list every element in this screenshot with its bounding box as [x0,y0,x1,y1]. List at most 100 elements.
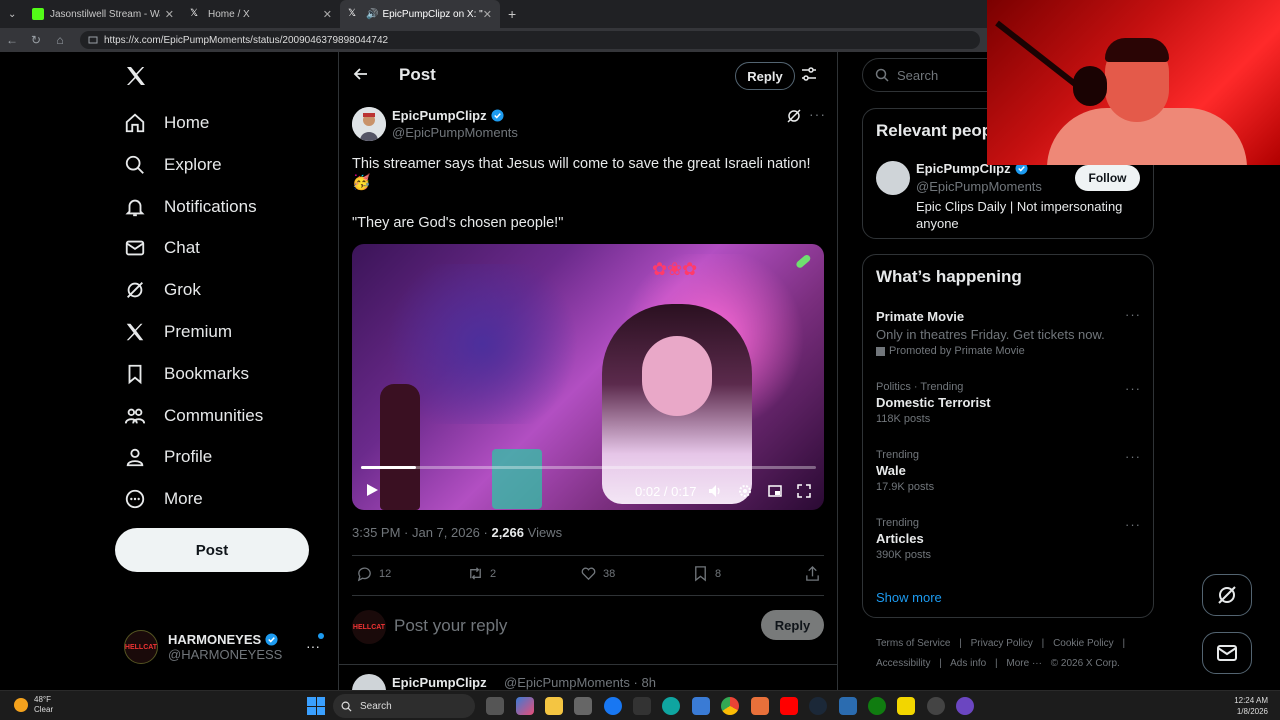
grok-fab-button[interactable] [1202,574,1252,616]
trend-item[interactable]: Politics · Trending Domestic Terrorist 1… [876,381,1146,425]
speaker-icon: 🔊 [366,8,379,20]
youtube-icon[interactable] [780,697,798,715]
weather-sun-icon [14,698,28,712]
sidebar-item-home[interactable]: Home [124,108,209,138]
more-icon[interactable]: ··· [1125,517,1141,532]
back-arrow-icon[interactable] [353,66,369,82]
tab-menu[interactable]: ⌄ [0,0,24,28]
reload-icon[interactable]: ↻ [24,33,48,47]
comment-icon [357,567,371,582]
grok-icon[interactable] [786,108,802,124]
microphone-icon [1073,66,1107,106]
close-tab-icon[interactable]: ✕ [165,8,174,21]
like-action[interactable]: 38 [580,565,615,582]
volume-icon[interactable] [707,483,723,499]
trend-item[interactable]: Primate Movie Only in theatres Friday. G… [876,307,1146,357]
obs-icon[interactable] [927,697,945,715]
windows-start-icon[interactable] [307,697,325,715]
tweet-emoji: 🥳 [352,174,371,191]
bookmark-icon [128,364,142,385]
app-icon[interactable] [956,697,974,715]
pip-icon[interactable] [767,483,783,499]
reply-input[interactable]: Post your reply [394,616,507,636]
views-count: 2,266 [491,525,525,540]
new-tab-button[interactable]: + [500,0,524,28]
tweet-text: This streamer says that Jesus will come … [352,156,811,172]
settings-sliders-icon[interactable] [801,66,817,82]
sticky-notes-icon[interactable] [897,697,915,715]
sidebar-item-notifications[interactable]: Notifications [124,192,257,222]
post-button[interactable]: Post [115,528,309,572]
vlc-icon[interactable] [751,697,769,715]
trend-item[interactable]: Trending Articles 390K posts [876,517,1146,561]
sidebar-item-chat[interactable]: Chat [124,233,200,263]
edge-icon[interactable] [662,697,680,715]
close-tab-icon[interactable]: ✕ [483,8,492,21]
sidebar-item-explore[interactable]: Explore [124,150,222,180]
taskbar-search[interactable]: Search [333,694,475,718]
fullscreen-icon[interactable] [796,483,812,499]
copilot-icon[interactable] [516,697,534,715]
browser-tab-3[interactable]: 𝕏 🔊 EpicPumpClipz on X: "This str ✕ [340,0,500,28]
more-icon[interactable]: ··· [809,106,826,122]
reply-submit-button[interactable]: Reply [761,610,824,640]
reply-author-name[interactable]: EpicPumpClipz [392,675,487,690]
bell-icon [125,199,145,217]
bookmark-action[interactable]: 8 [692,565,721,582]
avatar[interactable] [876,161,910,195]
more-icon[interactable]: ··· [1125,449,1141,464]
video-scene: ✿❀✿ [652,259,698,279]
reply-action[interactable]: 12 [356,565,391,582]
sidebar-item-grok[interactable]: Grok [124,275,201,305]
weather-widget[interactable]: 48°F Clear [14,695,53,715]
steam-icon[interactable] [809,697,827,715]
chrome-icon[interactable] [721,697,739,715]
author-avatar[interactable] [352,107,386,141]
share-action[interactable] [804,565,827,582]
more-icon[interactable]: ··· [1125,307,1141,322]
file-explorer-icon[interactable] [545,697,563,715]
xbox-icon[interactable] [868,697,886,715]
account-switcher[interactable]: HELLCAT HARMONEYES @HARMONEYESS ··· [124,630,324,664]
sidebar-item-communities[interactable]: Communities [124,401,263,431]
more-icon[interactable]: ··· [1125,381,1141,396]
follow-button[interactable]: Follow [1075,165,1140,191]
back-icon[interactable]: ← [0,33,24,47]
system-clock[interactable]: 12:24 AM 1/8/2026 [1226,695,1268,717]
facebook-icon[interactable] [604,697,622,715]
play-icon[interactable] [364,482,380,498]
amazon-icon[interactable] [633,697,651,715]
reply-header-button[interactable]: Reply [735,62,795,90]
repost-action[interactable]: 2 [467,565,496,582]
video-scene [492,449,542,509]
author-handle[interactable]: @EpicPumpMoments [392,125,518,140]
sidebar-item-profile[interactable]: Profile [124,442,212,472]
more-circle-icon [125,489,145,509]
sidebar-item-premium[interactable]: Premium [124,317,232,347]
task-view-icon[interactable] [486,697,504,715]
url-input[interactable]: https://x.com/EpicPumpMoments/status/200… [80,31,980,49]
reply-author-avatar[interactable] [352,674,386,690]
x-logo-icon[interactable] [124,64,148,88]
panel-title: Relevant peop [876,121,993,140]
store-icon[interactable] [574,697,592,715]
browser-tab-2[interactable]: 𝕏 Home / X ✕ [182,0,340,28]
home-icon[interactable]: ⌂ [48,33,72,47]
settings-gear-icon[interactable] [737,483,753,499]
close-tab-icon[interactable]: ✕ [323,8,332,21]
person-icon [126,448,144,467]
sidebar-item-more[interactable]: More [124,484,203,514]
trend-item[interactable]: Trending Wale 17.9K posts [876,449,1146,493]
show-more-link[interactable]: Show more [876,590,942,605]
video-player[interactable]: ✿❀✿ 0:02 / 0:17 [352,244,824,510]
avatar: HELLCAT [124,630,158,664]
more-icon[interactable]: ··· [306,638,320,654]
sidebar-item-bookmarks[interactable]: Bookmarks [124,359,249,389]
browser-tab-1[interactable]: Jasonstilwell Stream - Watch ✕ [24,0,182,28]
main-column: Post Reply EpicPumpClipz @EpicPumpMoment… [338,52,838,690]
app-icon[interactable] [839,697,857,715]
messages-fab-button[interactable] [1202,632,1252,674]
calculator-icon[interactable] [692,697,710,715]
author-name[interactable]: EpicPumpClipz [392,108,487,123]
video-progress-bar[interactable] [361,466,816,469]
